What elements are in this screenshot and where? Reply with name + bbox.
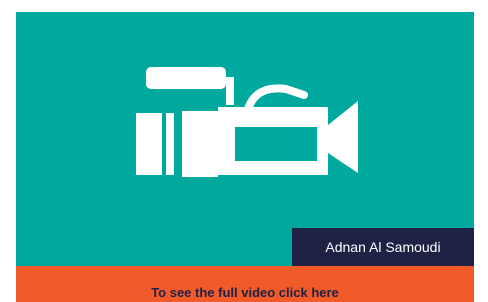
video-camera-icon: [136, 67, 358, 177]
video-card: Adnan Al Samoudi To see the full video c…: [16, 12, 474, 302]
author-badge: Adnan Al Samoudi: [292, 228, 474, 266]
full-video-link[interactable]: To see the full video click here: [16, 266, 474, 302]
video-thumbnail[interactable]: Adnan Al Samoudi: [16, 12, 474, 266]
